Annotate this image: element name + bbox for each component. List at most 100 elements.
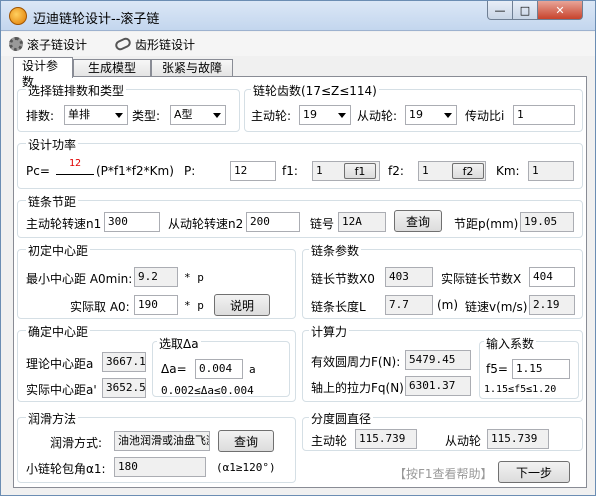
n2-label: 从动轮转速n2: [168, 217, 244, 231]
driven-teeth-value: 19: [409, 108, 423, 121]
type-label: 类型:: [132, 109, 161, 123]
tab-design-params[interactable]: 设计参数: [13, 57, 73, 89]
pc-driven-label: 从动轮: [445, 434, 482, 448]
formula-rest: (P*f1*f2*Km): [96, 164, 174, 178]
chain-no-label: 链号: [310, 217, 335, 231]
explain-button[interactable]: 说明: [214, 294, 270, 316]
chain-query-button[interactable]: 查询: [394, 210, 442, 232]
length-input: 7.7: [385, 295, 433, 315]
wrap-angle-range: (α1≥120°): [216, 461, 276, 474]
min-center-input: 9.2: [134, 267, 178, 287]
delta-a-input[interactable]: 0.004: [195, 359, 243, 379]
f2-label: f2:: [388, 164, 404, 178]
close-button[interactable]: ✕: [537, 1, 583, 20]
group-title: 选取Δa: [157, 335, 201, 352]
actual-center-unit: * p: [184, 299, 204, 312]
wrap-angle-label: 小链轮包角α1:: [26, 462, 106, 476]
actual-links-label: 实际链长节数X: [441, 272, 522, 286]
title-bar[interactable]: 迈迪链轮设计--滚子链 — □ ✕: [1, 1, 595, 31]
n2-input[interactable]: 200: [246, 212, 300, 232]
lube-query-button[interactable]: 查询: [218, 430, 274, 452]
rows-value: 单排: [68, 108, 90, 121]
type-select[interactable]: A型: [170, 105, 226, 125]
teeth-group: 链轮齿数(17≤Z≤114) 主动轮: 19 从动轮: 19 传动比i 1: [244, 82, 583, 132]
help-hint: 【按F1查看帮助】: [394, 467, 493, 481]
lube-method-input: 油池润滑或油盘飞溅润滑: [114, 431, 210, 451]
minimize-button[interactable]: —: [487, 1, 513, 20]
roller-chain-button[interactable]: 滚子链设计: [9, 35, 87, 53]
group-title: 输入系数: [484, 335, 537, 352]
driver-teeth-select[interactable]: 19: [299, 105, 351, 125]
links-input: 403: [385, 267, 433, 287]
km-label: Km:: [496, 164, 520, 178]
p-label: P:: [184, 164, 196, 178]
lube-method-label: 润滑方式:: [50, 436, 103, 450]
group-title: 润滑方法: [26, 410, 79, 427]
chevron-down-icon: [338, 113, 346, 118]
n1-input[interactable]: 300: [104, 212, 160, 232]
pc-driven-input: 115.739: [487, 429, 549, 449]
delta-a-range: 0.002≤Δa≤0.004: [161, 384, 254, 397]
toolbar: 滚子链设计 齿形链设计: [1, 32, 595, 56]
driver-teeth-value: 19: [303, 108, 317, 121]
delta-a-unit: a: [249, 363, 256, 376]
next-step-button[interactable]: 下一步: [498, 461, 570, 483]
min-center-label: 最小中心距 A0min:: [26, 272, 133, 286]
actual-links-input[interactable]: 404: [529, 267, 575, 287]
driven-teeth-label: 从动轮:: [357, 109, 398, 123]
pc-driver-label: 主动轮: [311, 434, 348, 448]
tab-generate-model[interactable]: 生成模型: [73, 59, 151, 77]
theory-center-input: 3667.1: [102, 352, 146, 372]
theory-center-label: 理论中心距a: [26, 357, 94, 371]
chevron-down-icon: [115, 113, 123, 118]
driven-teeth-select[interactable]: 19: [405, 105, 457, 125]
axial-force-input: 6301.37: [405, 376, 471, 396]
group-title: 确定中心距: [26, 323, 91, 340]
f1-label: f1:: [282, 164, 298, 178]
pitch-circle-group: 分度圆直径 主动轮 115.739 从动轮 115.739: [302, 410, 583, 451]
force-group: 计算力 有效圆周力F(N): 5479.45 轴上的拉力Fq(N): 6301.…: [302, 323, 583, 402]
effective-force-label: 有效圆周力F(N):: [311, 355, 401, 369]
rows-label: 排数:: [26, 109, 55, 123]
chevron-down-icon: [444, 113, 452, 118]
close-icon: ✕: [555, 3, 565, 17]
tooth-chain-button[interactable]: 齿形链设计: [113, 35, 195, 53]
rows-select[interactable]: 单排: [64, 105, 128, 125]
length-label: 链条长度L: [311, 300, 366, 314]
chain-icon: [113, 36, 133, 52]
app-icon: [9, 7, 27, 25]
formula-value: 12: [56, 158, 94, 175]
gear-icon: [9, 37, 23, 51]
maximize-icon: □: [519, 3, 531, 17]
f2-button[interactable]: f2: [452, 163, 484, 179]
p-input[interactable]: 12: [230, 161, 276, 181]
determine-center-group: 确定中心距 理论中心距a 3667.1 实际中心距a' 3652.5 选取Δa …: [17, 323, 296, 402]
pitch-group: 链条节距 主动轮转速n1 300 从动轮转速n2 200 链号 12A 查询 节…: [17, 193, 583, 238]
initial-center-group: 初定中心距 最小中心距 A0min: 9.2 * p 实际取 A0: 190 *…: [17, 242, 296, 319]
tab-tension-fault[interactable]: 张紧与故障: [151, 59, 233, 77]
app-window: 迈迪链轮设计--滚子链 — □ ✕ 滚子链设计 齿形链设计 设计参数 生成模型 …: [0, 0, 596, 496]
n1-label: 主动轮转速n1: [26, 217, 102, 231]
chain-params-group: 链条参数 链长节数X0 403 实际链长节数X 404 链条长度L 7.7 (m…: [302, 242, 583, 319]
window-title: 迈迪链轮设计--滚子链: [33, 12, 160, 27]
wrap-angle-input: 180: [114, 457, 206, 477]
axial-force-label: 轴上的拉力Fq(N):: [311, 381, 408, 395]
f5-input[interactable]: 1.15: [512, 359, 570, 379]
pitch-input: 19.05: [520, 212, 574, 232]
pc-driver-input: 115.739: [355, 429, 417, 449]
type-value: A型: [174, 108, 193, 121]
ratio-input[interactable]: 1: [513, 105, 575, 125]
actual-center-input[interactable]: 190: [134, 295, 178, 315]
power-group: 设计功率 Pc= 12 (P*f1*f2*Km) P: 12 f1: 1 f1 …: [17, 136, 583, 189]
delta-a-label: Δa=: [161, 362, 187, 376]
f5-range: 1.15≤f5≤1.20: [484, 384, 557, 395]
f5-label: f5=: [486, 362, 508, 376]
maximize-button[interactable]: □: [512, 1, 538, 20]
delta-a-group: 选取Δa Δa= 0.004 a 0.002≤Δa≤0.004: [152, 335, 290, 397]
chain-no-input: 12A: [338, 212, 386, 232]
f2-value: 1: [422, 164, 429, 177]
group-title: 链轮齿数(17≤Z≤114): [251, 82, 379, 99]
group-title: 计算力: [309, 323, 350, 340]
f1-button[interactable]: f1: [344, 163, 376, 179]
speed-label: 链速v(m/s): [465, 300, 528, 314]
